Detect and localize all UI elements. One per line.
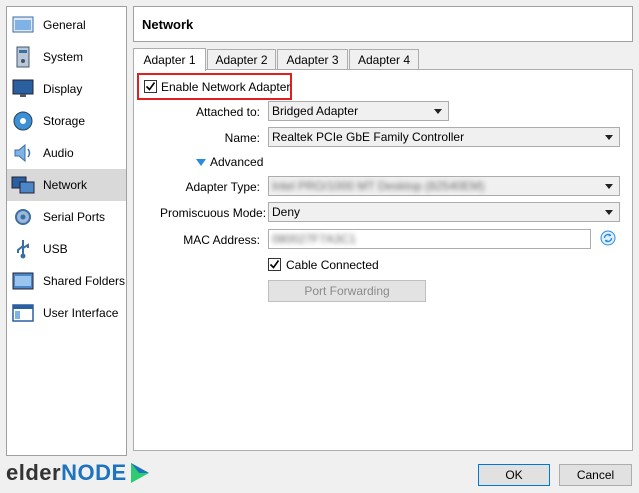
attached-to-value: Bridged Adapter (272, 104, 359, 118)
checkmark-icon (269, 260, 280, 269)
chevron-down-icon (605, 210, 613, 215)
sidebar-item-network[interactable]: Network (7, 169, 126, 201)
tab-adapter-3[interactable]: Adapter 3 (277, 49, 348, 70)
name-select[interactable]: Realtek PCIe GbE Family Controller (268, 127, 620, 147)
sidebar-item-label: Audio (43, 146, 74, 160)
settings-sidebar: General System Display Storage Audio Net… (6, 6, 127, 456)
user-interface-icon (11, 301, 35, 325)
tab-adapter-2[interactable]: Adapter 2 (207, 49, 276, 70)
network-icon (11, 173, 35, 197)
sidebar-item-system[interactable]: System (7, 41, 126, 73)
checkmark-icon (145, 82, 156, 91)
adapter-type-label: Adapter Type: (185, 180, 261, 194)
sidebar-item-label: Display (43, 82, 83, 96)
advanced-toggle-icon[interactable] (195, 157, 207, 171)
sidebar-item-label: Serial Ports (43, 210, 106, 224)
enable-adapter-checkbox[interactable] (144, 80, 157, 93)
sidebar-item-display[interactable]: Display (7, 73, 126, 105)
page-header: Network (133, 6, 633, 42)
general-icon (11, 13, 35, 37)
cancel-button[interactable]: Cancel (559, 464, 632, 486)
eldernode-logo: elder node (6, 460, 151, 486)
adapter-type-select[interactable]: Intel PRO/1000 MT Desktop (82540EM) (268, 176, 620, 196)
cable-connected-label[interactable]: Cable Connected (286, 258, 379, 272)
attached-to-label: Attached to: (195, 105, 260, 119)
sidebar-item-shared-folders[interactable]: Shared Folders (7, 265, 126, 297)
system-icon (11, 45, 35, 69)
promiscuous-mode-value: Deny (272, 205, 301, 219)
port-forwarding-button[interactable]: Port Forwarding (268, 280, 426, 302)
sidebar-item-storage[interactable]: Storage (7, 105, 126, 137)
sidebar-item-serial-ports[interactable]: Serial Ports (7, 201, 126, 233)
sidebar-item-label: System (43, 50, 84, 64)
cable-connected-checkbox[interactable] (268, 258, 281, 271)
logo-text-accent: node (61, 460, 127, 485)
sidebar-item-label: General (43, 18, 86, 32)
usb-icon (11, 237, 35, 261)
attached-to-select[interactable]: Bridged Adapter (268, 101, 449, 121)
tab-adapter-1[interactable]: Adapter 1 (133, 48, 206, 71)
adapter-type-value: Intel PRO/1000 MT Desktop (82540EM) (272, 179, 485, 193)
tab-adapter-4[interactable]: Adapter 4 (349, 49, 419, 70)
sidebar-item-label: User Interface (43, 306, 119, 320)
sidebar-item-label: Network (43, 178, 88, 192)
sidebar-item-label: Shared Folders (43, 274, 126, 288)
shared-folders-icon (11, 269, 35, 293)
sidebar-item-label: Storage (43, 114, 86, 128)
mac-address-value: 080027F7A3C1 (272, 232, 357, 246)
page-title: Network (142, 17, 194, 32)
audio-icon (11, 141, 35, 165)
mac-address-label: MAC Address: (183, 233, 260, 247)
sidebar-item-user-interface[interactable]: User Interface (7, 297, 126, 329)
chevron-down-icon (605, 135, 613, 140)
sidebar-item-general[interactable]: General (7, 9, 126, 41)
serial-ports-icon (11, 205, 35, 229)
promiscuous-mode-label: Promiscuous Mode: (160, 206, 267, 220)
advanced-label[interactable]: Advanced (210, 155, 263, 169)
refresh-mac-icon[interactable] (600, 230, 616, 249)
sidebar-item-label: USB (43, 242, 68, 256)
chevron-down-icon (434, 109, 442, 114)
ok-button[interactable]: OK (478, 464, 550, 486)
logo-play-icon (130, 463, 149, 483)
name-value: Realtek PCIe GbE Family Controller (272, 130, 465, 144)
chevron-down-icon (605, 184, 613, 189)
sidebar-item-audio[interactable]: Audio (7, 137, 126, 169)
promiscuous-mode-select[interactable]: Deny (268, 202, 620, 222)
storage-icon (11, 109, 35, 133)
display-icon (11, 77, 35, 101)
sidebar-item-usb[interactable]: USB (7, 233, 126, 265)
mac-address-field[interactable]: 080027F7A3C1 (268, 229, 591, 249)
name-label: Name: (224, 131, 260, 145)
logo-text-dark: elder (6, 460, 62, 485)
enable-adapter-label[interactable]: Enable Network Adapter (161, 80, 290, 94)
